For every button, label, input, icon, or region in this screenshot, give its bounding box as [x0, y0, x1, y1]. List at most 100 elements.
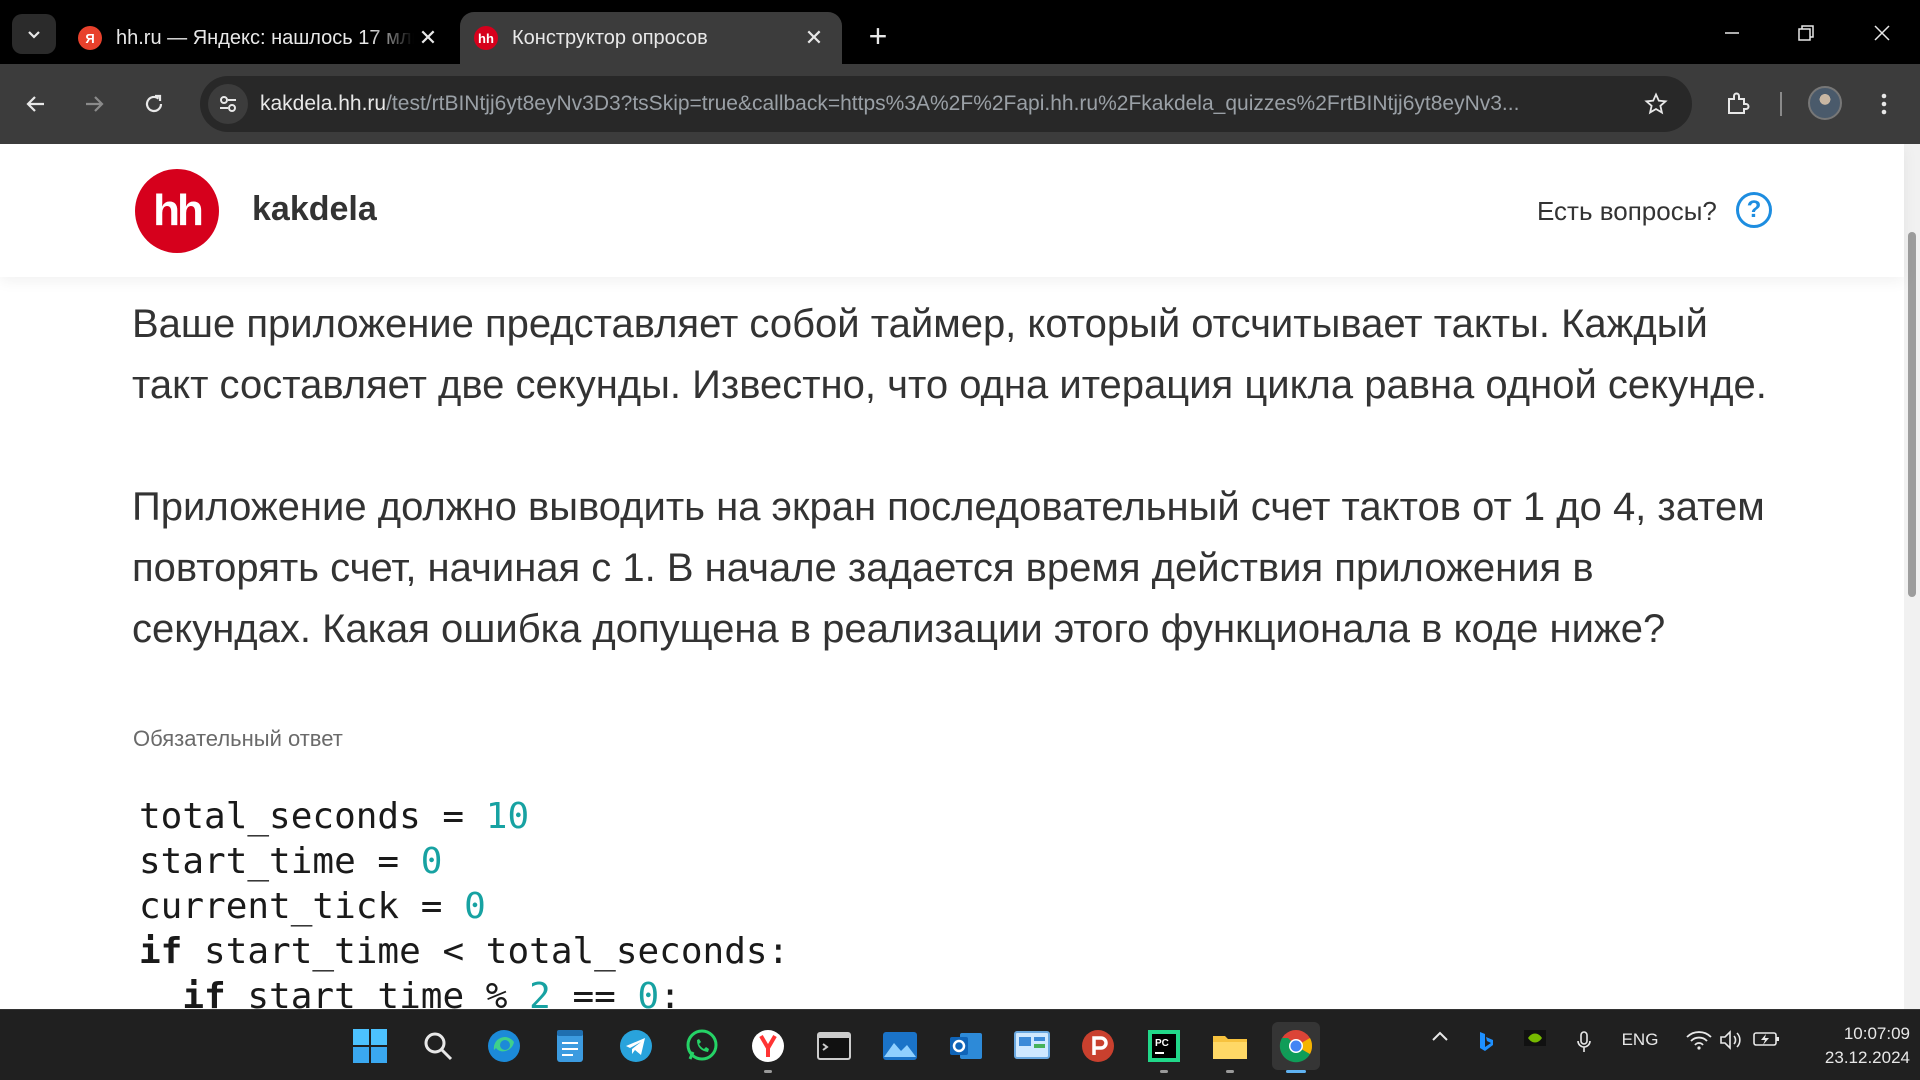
star-icon	[1644, 92, 1668, 115]
url-host: kakdela.hh.ru	[260, 92, 387, 115]
chevron-up-icon	[1432, 1031, 1448, 1041]
file-explorer-icon	[1213, 1036, 1247, 1059]
language-indicator[interactable]: ENG	[1620, 1030, 1660, 1050]
bookmark-button[interactable]	[1636, 84, 1676, 124]
bing-icon	[1480, 1032, 1493, 1051]
taskbar-p-app[interactable]	[1074, 1022, 1122, 1070]
taskbar-control-panel[interactable]	[1008, 1022, 1056, 1070]
forward-button[interactable]	[72, 82, 116, 126]
code-line: total_seconds = 10	[139, 796, 530, 837]
svg-text:PC: PC	[1155, 1038, 1169, 1049]
arrow-left-icon	[26, 96, 44, 112]
volume-tray[interactable]	[1718, 1030, 1746, 1050]
taskbar-yandex-browser[interactable]	[744, 1022, 792, 1073]
restore-icon	[1798, 25, 1814, 41]
taskbar-telegram[interactable]	[612, 1022, 660, 1070]
wifi-icon	[1686, 1031, 1712, 1050]
tab-yandex-search[interactable]: Я hh.ru — Яндекс: нашлось 17 млн результ…	[64, 12, 456, 64]
close-window-button[interactable]	[1846, 10, 1918, 56]
tab-strip: Я hh.ru — Яндекс: нашлось 17 млн результ…	[0, 0, 1920, 64]
close-tab-icon[interactable]: ✕	[414, 24, 442, 52]
notepad-icon	[557, 1030, 583, 1062]
clock-time: 10:07:09	[1843, 1024, 1910, 1043]
telegram-icon	[620, 1030, 652, 1062]
extensions-button[interactable]	[1716, 82, 1760, 126]
hh-logo[interactable]: hh	[135, 169, 219, 253]
yandex-icon: Я	[78, 26, 102, 50]
close-tab-icon[interactable]: ✕	[800, 24, 828, 52]
help-link[interactable]: Есть вопросы?	[1537, 196, 1717, 227]
volume-icon	[1720, 1030, 1741, 1050]
battery-tray[interactable]	[1752, 1030, 1782, 1048]
edge-icon	[488, 1030, 520, 1062]
profile-avatar[interactable]	[1808, 86, 1842, 120]
taskbar-pycharm[interactable]: PC	[1140, 1022, 1188, 1073]
taskbar-chrome[interactable]	[1272, 1022, 1320, 1073]
taskbar-terminal[interactable]	[810, 1022, 858, 1070]
new-tab-button[interactable]: +	[858, 16, 898, 56]
taskbar-notepad[interactable]	[546, 1022, 594, 1070]
start-icon	[353, 1029, 387, 1063]
wifi-tray[interactable]	[1684, 1030, 1714, 1050]
chevron-down-icon	[28, 31, 40, 39]
tab-title: Конструктор опросов	[512, 26, 708, 49]
brand-name: kakdela	[252, 190, 377, 228]
running-indicator	[1160, 1070, 1168, 1073]
web-page: hh kakdela Есть вопросы? ? Ваше приложен…	[0, 144, 1920, 1009]
reload-button[interactable]	[132, 82, 176, 126]
tab-title: hh.ru — Яндекс: нашлось 17 млн результат…	[116, 26, 414, 49]
taskbar-search[interactable]	[414, 1022, 462, 1070]
restore-button[interactable]	[1770, 10, 1842, 56]
toolbar-divider	[1780, 92, 1782, 116]
whatsapp-icon	[686, 1029, 718, 1061]
taskbar-whatsapp[interactable]	[678, 1022, 726, 1070]
windows-taskbar: PC ENG 10:07:09 23.12.2024	[0, 1009, 1920, 1080]
battery-charging-icon	[1753, 1032, 1779, 1046]
microphone-icon	[1577, 1031, 1591, 1052]
photos-icon	[883, 1032, 917, 1060]
tab-search-button[interactable]	[12, 14, 56, 54]
site-info-button[interactable]	[208, 84, 248, 124]
search-icon	[424, 1032, 453, 1061]
bing-tray[interactable]	[1474, 1030, 1498, 1054]
nvidia-icon	[1524, 1030, 1546, 1046]
taskbar-photos[interactable]	[876, 1022, 924, 1070]
taskbar-edge[interactable]	[480, 1022, 528, 1070]
menu-button[interactable]	[1862, 82, 1906, 126]
tab-survey-constructor[interactable]: hh Конструктор опросов ✕	[460, 12, 842, 64]
scrollbar-thumb[interactable]	[1908, 232, 1916, 597]
code-line: if start_time % 2 == 0:	[139, 976, 681, 1009]
url-text: kakdela.hh.ru/test/rtBINtjj6yt8eyNv3D3?t…	[260, 92, 1620, 116]
terminal-icon	[817, 1032, 851, 1060]
page-scrollbar[interactable]	[1904, 144, 1920, 1009]
minimize-button[interactable]	[1696, 10, 1768, 56]
microphone-tray[interactable]	[1572, 1030, 1596, 1054]
back-button[interactable]	[14, 82, 58, 126]
taskbar-file-explorer[interactable]	[1206, 1022, 1254, 1073]
url-path: /test/rtBINtjj6yt8eyNv3D3?tsSkip=true&ca…	[386, 92, 1520, 115]
reload-icon	[145, 94, 163, 113]
taskbar-outlook[interactable]	[942, 1022, 990, 1070]
nvidia-tray[interactable]	[1522, 1030, 1548, 1046]
hh-icon: hh	[474, 26, 498, 50]
system-clock[interactable]: 10:07:09 23.12.2024	[1800, 1022, 1910, 1070]
yandex-browser-icon	[752, 1030, 784, 1062]
arrow-right-icon	[86, 96, 104, 112]
minimize-icon	[1725, 32, 1739, 34]
show-hidden-icons-button[interactable]	[1428, 1030, 1452, 1042]
question-paragraph: Ваше приложение представляет собой тайме…	[132, 302, 1767, 407]
running-indicator	[1226, 1070, 1234, 1073]
clock-date: 23.12.2024	[1824, 1048, 1910, 1067]
code-block: total_seconds = 10 start_time = 0 current_…	[139, 794, 789, 1009]
p-app-icon	[1082, 1030, 1114, 1062]
required-answer-label: Обязательный ответ	[133, 726, 343, 751]
code-line: start_time = 0	[139, 841, 443, 882]
tune-icon	[220, 96, 236, 112]
address-bar[interactable]: kakdela.hh.ru/test/rtBINtjj6yt8eyNv3D3?t…	[200, 76, 1692, 132]
control-panel-icon	[1014, 1031, 1050, 1059]
start-button[interactable]	[346, 1022, 394, 1070]
browser-toolbar: kakdela.hh.ru/test/rtBINtjj6yt8eyNv3D3?t…	[0, 64, 1920, 144]
code-line: current_tick = 0	[139, 886, 486, 927]
question-text: Ваше приложение представляет собой тайме…	[132, 294, 1772, 660]
help-icon[interactable]: ?	[1736, 192, 1772, 228]
